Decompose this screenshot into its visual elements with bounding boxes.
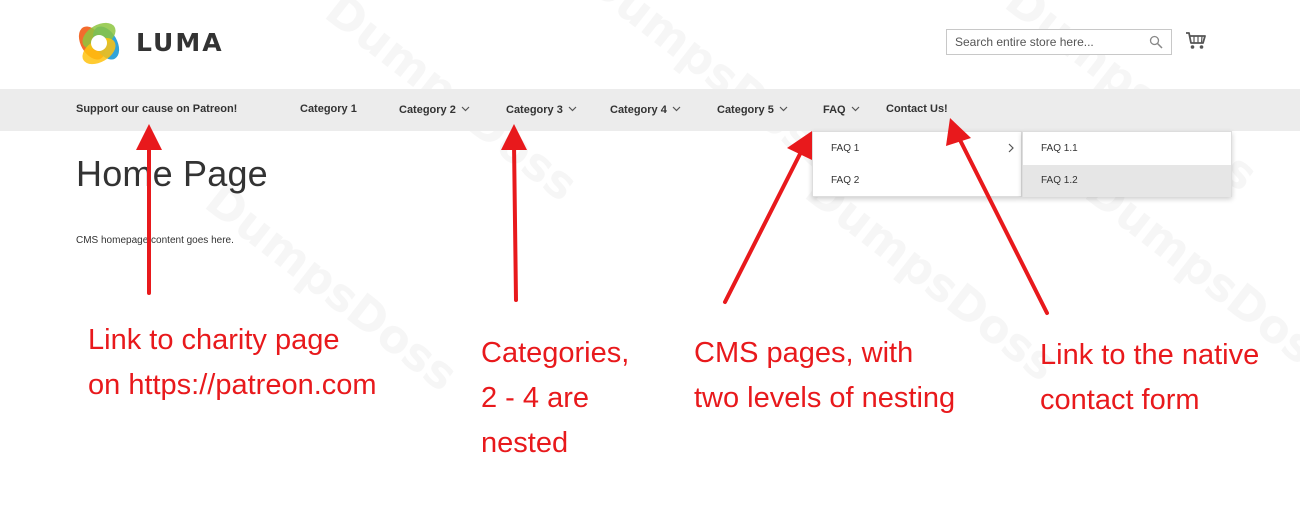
- annotation-cms: CMS pages, with two levels of nesting: [694, 337, 956, 414]
- page-title: Home Page: [76, 153, 268, 194]
- chevron-down-icon: [779, 103, 788, 115]
- faq-submenu: FAQ 1.1 FAQ 1.2: [1022, 131, 1232, 197]
- annotation-contact: Link to the native contact form: [1040, 339, 1260, 416]
- nav-item-category-1[interactable]: Category 1: [300, 103, 357, 115]
- luma-logo-icon[interactable]: [76, 20, 122, 66]
- chevron-down-icon: [461, 103, 470, 115]
- nav-item-contact[interactable]: Contact Us!: [886, 103, 948, 115]
- nav-item-category-2[interactable]: Category 2: [399, 103, 470, 116]
- faq-menu-item-2[interactable]: FAQ 2: [813, 165, 1021, 197]
- chevron-down-icon: [851, 103, 860, 115]
- annotation-arrows: [136, 118, 1049, 315]
- nav-item-category-5[interactable]: Category 5: [717, 103, 788, 116]
- cart-icon[interactable]: [1185, 31, 1207, 51]
- cms-content-text: CMS homepage content goes here.: [76, 235, 234, 246]
- annotation-arrowhead-cms: [787, 131, 812, 160]
- annotation-arrow-categories: [512, 141, 518, 302]
- annotation-patreon: Link to charity page on https://patreon.…: [88, 324, 377, 401]
- nav-item-category-4[interactable]: Category 4: [610, 103, 681, 116]
- faq-submenu-item-1-2[interactable]: FAQ 1.2: [1023, 165, 1231, 197]
- search-input[interactable]: [947, 30, 1145, 54]
- search-icon[interactable]: [1149, 35, 1163, 49]
- nav-item-patreon[interactable]: Support our cause on Patreon!: [76, 103, 237, 115]
- nav-item-category-3[interactable]: Category 3: [506, 103, 577, 116]
- chevron-down-icon: [672, 103, 681, 115]
- chevron-down-icon: [568, 103, 577, 115]
- faq-menu-item-1[interactable]: FAQ 1: [813, 133, 1021, 165]
- annotation-categories: Categories, 2 - 4 are nested: [481, 337, 630, 459]
- chevron-right-icon: [1008, 143, 1014, 153]
- faq-submenu-item-1-1[interactable]: FAQ 1.1: [1023, 133, 1231, 165]
- faq-dropdown-menu: FAQ 1 FAQ 2: [812, 131, 1022, 197]
- brand-name[interactable]: LUMA: [136, 28, 224, 57]
- search-box[interactable]: [946, 29, 1172, 55]
- nav-item-faq[interactable]: FAQ: [823, 103, 860, 116]
- annotation-arrow-cms: [723, 148, 804, 304]
